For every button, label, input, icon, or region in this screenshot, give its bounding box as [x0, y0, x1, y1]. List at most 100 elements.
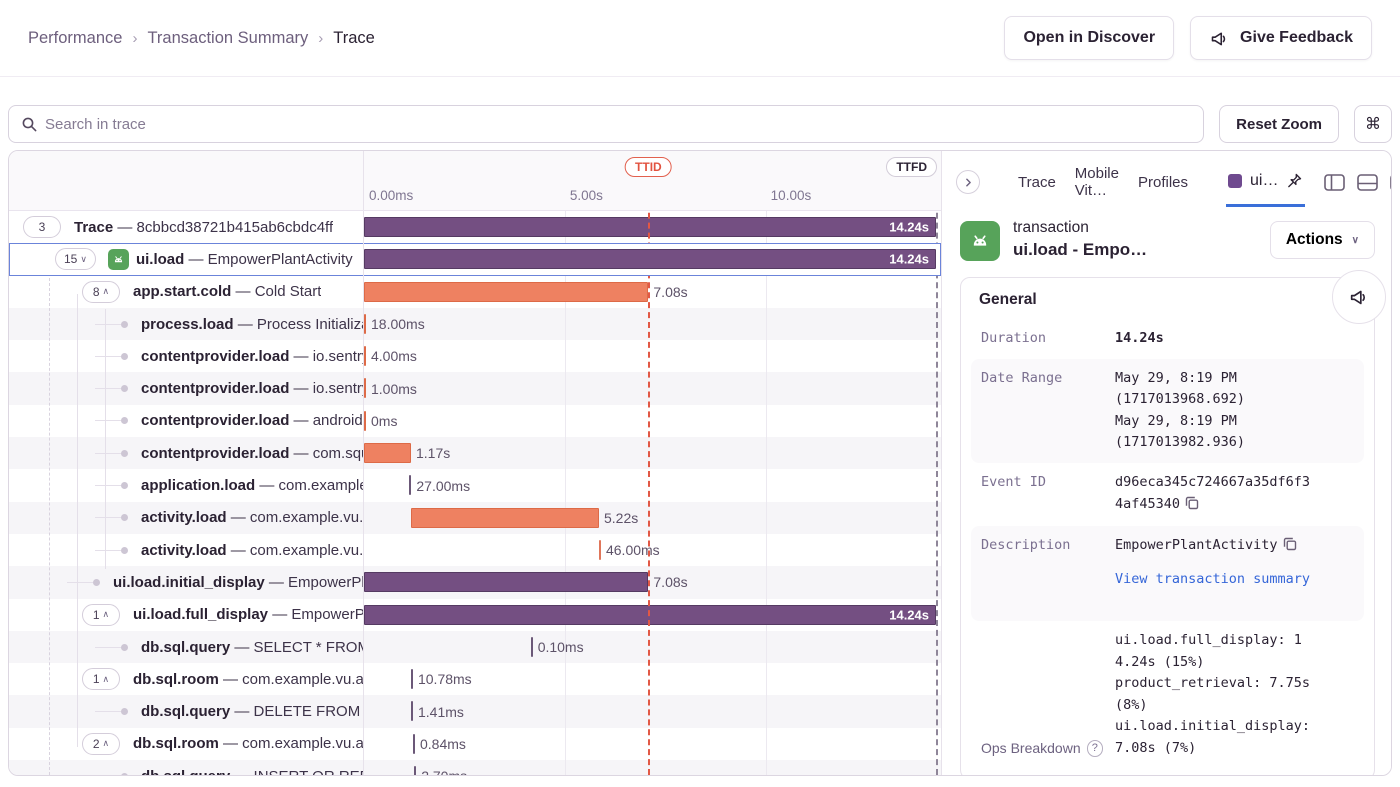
command-shortcut-button[interactable]: ⌘: [1354, 105, 1392, 143]
page-header: Performance›Transaction Summary›Trace Op…: [0, 0, 1400, 77]
span-timeline-cell: 0ms: [364, 405, 941, 437]
trace-view-container: TTID TTFD 0.00ms5.00s10.00s 3Trace — 8cb…: [8, 150, 1392, 776]
panel-tabs-list: Trace Mobile Vit… Profiles: [1018, 157, 1188, 207]
search-bar[interactable]: [8, 105, 1204, 143]
span-timeline-cell: 10.78ms: [364, 663, 941, 695]
search-input[interactable]: [45, 116, 1191, 133]
span-label: activity.load — com.example.vu.android.e…: [141, 509, 363, 526]
trace-row[interactable]: process.load — Process Initialization18.…: [9, 308, 941, 340]
span-timeline-cell: 27.00ms: [364, 469, 941, 501]
trace-row[interactable]: db.sql.query — SELECT * FROM products0.1…: [9, 631, 941, 663]
span-bar[interactable]: [364, 572, 648, 592]
trace-row[interactable]: 2∧db.sql.room — com.example.vu.android.e…: [9, 728, 941, 760]
span-children-pill[interactable]: 1∧: [82, 604, 120, 626]
layout-left-panel-icon[interactable]: [1324, 174, 1345, 191]
span-duration-label: 10.78ms: [418, 671, 472, 687]
feedback-float-button[interactable]: [1332, 270, 1386, 324]
actions-dropdown-button[interactable]: Actions ∨: [1270, 221, 1375, 259]
span-timeline-cell: 7.08s: [364, 276, 941, 308]
span-tree-cell: activity.load — com.example.vu.android.e…: [9, 534, 364, 566]
layout-right-panel-icon[interactable]: [1390, 174, 1391, 191]
help-icon[interactable]: ?: [1087, 740, 1103, 757]
chevron-up-icon: ∧: [103, 286, 110, 297]
trace-row[interactable]: ui.load.initial_display — EmpowerPlantAc…: [9, 566, 941, 598]
span-duration-label: 14.24s: [889, 220, 929, 235]
span-label: db.sql.query — SELECT * FROM products: [141, 639, 363, 656]
span-bar[interactable]: [411, 701, 413, 721]
trace-row[interactable]: db.sql.query — INSERT OR REPLACE INTO pr…: [9, 760, 941, 775]
breadcrumb-item-trace: Trace: [333, 29, 375, 48]
span-children-pill[interactable]: 15∨: [55, 248, 96, 270]
span-timeline-cell: 1.41ms: [364, 695, 941, 727]
span-children-pill[interactable]: 8∧: [82, 281, 120, 303]
span-label: ui.load — EmpowerPlantActivity: [136, 251, 353, 268]
span-children-pill[interactable]: 3: [23, 216, 61, 238]
span-bar[interactable]: [364, 378, 366, 398]
breadcrumb-item-performance[interactable]: Performance: [28, 29, 122, 48]
trace-row[interactable]: contentprovider.load — io.sentry.android…: [9, 340, 941, 372]
trace-row[interactable]: application.load — com.example.vu.androi…: [9, 469, 941, 501]
span-timeline-cell: 1.00ms: [364, 372, 941, 404]
trace-row[interactable]: contentprovider.load — io.sentry.android…: [9, 372, 941, 404]
span-bar[interactable]: [364, 443, 411, 463]
trace-row[interactable]: 8∧app.start.cold — Cold Start 7.08s: [9, 276, 941, 308]
span-bar[interactable]: [599, 540, 601, 560]
chevron-down-icon: ∨: [80, 254, 87, 265]
span-bar[interactable]: [413, 734, 415, 754]
reset-zoom-button[interactable]: Reset Zoom: [1219, 105, 1339, 143]
time-axis-label: 0.00ms: [369, 188, 413, 203]
trace-row[interactable]: 3Trace — 8cbbcd38721b415ab6cbdc4ff14.24s: [9, 211, 941, 243]
span-color-swatch: [1228, 174, 1242, 188]
layout-bottom-panel-icon[interactable]: [1357, 174, 1378, 191]
span-bar[interactable]: [411, 508, 599, 528]
span-bar[interactable]: [364, 282, 648, 302]
android-icon: [960, 221, 1000, 261]
span-children-count: 8: [93, 285, 100, 299]
span-bar[interactable]: 14.24s: [364, 249, 936, 269]
copy-icon[interactable]: [1185, 496, 1199, 518]
span-children-pill[interactable]: 2∧: [82, 733, 120, 755]
breadcrumb-item-transaction-summary[interactable]: Transaction Summary: [147, 29, 308, 48]
span-children-count: 1: [93, 672, 100, 686]
trace-row[interactable]: 1∧ui.load.full_display — EmpowerPlantAct…: [9, 599, 941, 631]
span-bar[interactable]: [414, 766, 416, 775]
event-id-key: Event ID: [981, 472, 1103, 517]
span-bar[interactable]: [364, 314, 366, 334]
trace-row[interactable]: activity.load — com.example.vu.android.e…: [9, 534, 941, 566]
trace-row[interactable]: 1∧db.sql.room — com.example.vu.android.e…: [9, 663, 941, 695]
span-tree-cell: activity.load — com.example.vu.android.e…: [9, 502, 364, 534]
tree-connector: [95, 708, 128, 715]
chevron-down-icon: ∨: [1352, 235, 1359, 246]
span-tree-cell: process.load — Process Initialization: [9, 308, 364, 340]
trace-row[interactable]: 15∨ ui.load — EmpowerPlantActivity 14.24s: [9, 243, 941, 275]
expand-panel-button[interactable]: [956, 170, 980, 194]
span-bar[interactable]: [531, 637, 533, 657]
span-bar[interactable]: [364, 346, 366, 366]
span-duration-label: 7.08s: [653, 284, 687, 300]
copy-icon[interactable]: [1283, 537, 1297, 559]
span-tree-cell: 1∧ui.load.full_display — EmpowerPlantAct…: [9, 599, 364, 631]
trace-row[interactable]: contentprovider.load — androidx.startup.…: [9, 405, 941, 437]
tab-trace[interactable]: Trace: [1018, 157, 1056, 207]
span-children-pill[interactable]: 1∧: [82, 668, 120, 690]
panel-tab-bar: Trace Mobile Vit… Profiles ui…: [942, 151, 1391, 207]
span-tree-cell: 8∧app.start.cold — Cold Start: [9, 276, 364, 308]
span-bar[interactable]: [409, 475, 411, 495]
give-feedback-button[interactable]: Give Feedback: [1190, 16, 1372, 60]
general-heading: General: [971, 291, 1364, 319]
span-bar[interactable]: [364, 411, 366, 431]
ops-breakdown-value: ui.load.full_display: 14.24s (15%) produ…: [1115, 630, 1311, 760]
span-bar[interactable]: [411, 669, 413, 689]
tree-connector: [95, 644, 128, 651]
open-in-discover-button[interactable]: Open in Discover: [1004, 16, 1174, 60]
trace-row[interactable]: db.sql.query — DELETE FROM products1.41m…: [9, 695, 941, 727]
span-duration-label: 0.84ms: [420, 736, 466, 752]
trace-row[interactable]: contentprovider.load — com.squareup.pica…: [9, 437, 941, 469]
tab-mobile-vit[interactable]: Mobile Vit…: [1075, 157, 1119, 207]
pin-icon[interactable]: [1286, 172, 1303, 189]
trace-row[interactable]: activity.load — com.example.vu.android.e…: [9, 502, 941, 534]
tab-profiles[interactable]: Profiles: [1138, 157, 1188, 207]
span-duration-label: 4.00ms: [371, 348, 417, 364]
tab-ui-load[interactable]: ui…: [1226, 157, 1305, 207]
view-transaction-summary-link[interactable]: View transaction summary: [1115, 569, 1311, 591]
